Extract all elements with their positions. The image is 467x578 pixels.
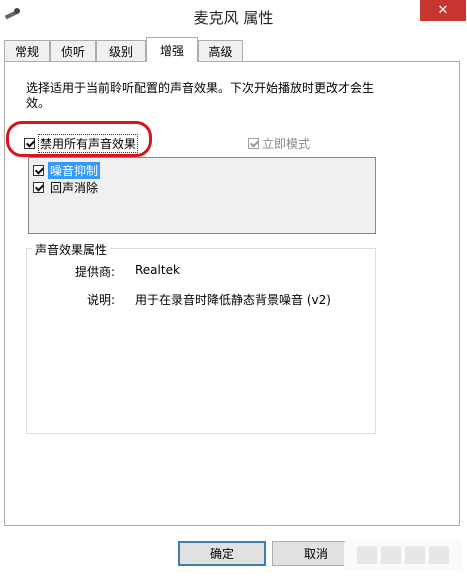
tab-label: 高级: [208, 44, 233, 59]
close-icon: ✕: [437, 3, 449, 18]
effect-noise-suppression[interactable]: 噪音抑制: [33, 162, 101, 179]
effect-label: 噪音抑制: [48, 162, 101, 179]
tab-general[interactable]: 常规: [4, 40, 50, 61]
immediate-mode-label: 立即模式: [262, 137, 311, 151]
watermark-overlay: [344, 540, 462, 570]
title-bar: 麦克风 属性 ✕: [0, 0, 467, 31]
watermark-block: [405, 546, 425, 564]
tab-label: 增强: [159, 43, 184, 58]
watermark-block: [381, 546, 401, 564]
enhancements-description: 选择适用于当前聆听配置的声音效果。下次开始播放时更改才会生效。: [26, 81, 375, 110]
tab-label: 常规: [14, 44, 39, 59]
immediate-mode-checkbox: 立即模式: [248, 135, 310, 152]
description-value: 用于在录音时降低静态背景噪音 (v2): [135, 293, 331, 307]
tab-label: 侦听: [60, 44, 85, 59]
tab-label: 级别: [108, 44, 133, 59]
close-button[interactable]: ✕: [420, 0, 466, 21]
window-title: 麦克风 属性: [193, 9, 274, 27]
checkbox-checked-icon: [33, 182, 44, 193]
effects-list[interactable]: 噪音抑制 回声消除: [28, 157, 376, 234]
watermark-block: [357, 546, 377, 564]
tab-advanced[interactable]: 高级: [198, 40, 243, 61]
checkbox-checked-icon: [33, 165, 44, 176]
effect-label: 回声消除: [50, 181, 99, 195]
highlight-annotation: [6, 121, 152, 157]
effect-echo-cancellation[interactable]: 回声消除: [33, 179, 100, 196]
tab-listen[interactable]: 侦听: [50, 40, 96, 61]
ok-button[interactable]: 确定: [178, 541, 266, 566]
watermark-block: [429, 546, 449, 564]
provider-value: Realtek: [135, 263, 180, 277]
tab-enhancements[interactable]: 增强: [146, 37, 198, 62]
checkbox-checked-disabled-icon: [248, 138, 259, 149]
description-label: 说明:: [87, 293, 116, 307]
provider-label: 提供商:: [75, 265, 116, 279]
group-title: 声音效果属性: [32, 241, 111, 258]
tab-levels[interactable]: 级别: [96, 40, 146, 61]
